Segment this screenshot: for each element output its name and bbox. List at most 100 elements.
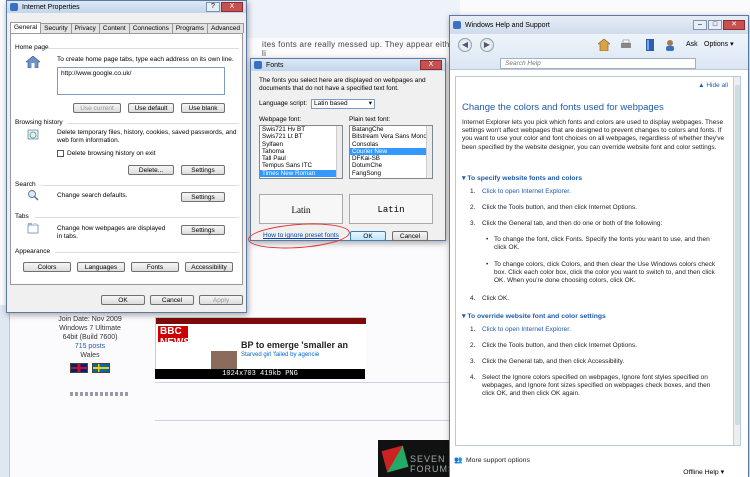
help-window-icon	[453, 21, 461, 29]
section-override-fonts[interactable]: ▾ To override website font and color set…	[462, 312, 606, 320]
attachment-thumbnail[interactable]: BBC NEWS BP to emerge 'smaller an Starve…	[155, 317, 366, 377]
ask-button[interactable]: Ask	[686, 41, 698, 49]
bbc-logo: BBC NEWS	[158, 326, 190, 348]
plain-text-font-label: Plain text font:	[349, 116, 391, 123]
list-item-selected[interactable]: Courier New	[350, 147, 432, 156]
colors-button[interactable]: Colors	[23, 262, 71, 272]
list-item[interactable]: Tempus Sans ITC	[260, 162, 342, 169]
print-icon[interactable]	[620, 39, 632, 51]
close-button[interactable]: ✕	[723, 20, 745, 30]
options-button[interactable]: Options ▾	[704, 41, 734, 49]
hide-all-link[interactable]: ▲ Hide all	[698, 82, 728, 90]
webpage-font-label: Webpage font:	[259, 116, 302, 123]
cancel-button[interactable]: Cancel	[150, 295, 194, 305]
list-item[interactable]: BatangChe	[350, 126, 432, 133]
browsing-history-desc: Delete temporary files, history, cookies…	[57, 129, 237, 144]
scrollbar[interactable]	[733, 77, 740, 445]
search-icon	[28, 190, 39, 201]
search-settings-button[interactable]: Settings	[181, 192, 225, 202]
tabs-desc: Change how webpages are displayed in tab…	[57, 225, 166, 240]
use-current-button[interactable]: Use current	[73, 103, 121, 113]
open-ie-link[interactable]: Click to open Internet Explorer.	[482, 188, 571, 196]
delete-on-exit-label[interactable]: Delete browsing history on exit	[67, 150, 156, 158]
delete-button[interactable]: Delete...	[128, 165, 174, 175]
browse-help-icon[interactable]	[644, 39, 656, 51]
step-text: Click the General tab, and then do one o…	[482, 220, 663, 227]
plain-text-font-list[interactable]: BatangChe Bitstream Vera Sans Mono Conso…	[349, 125, 433, 179]
chevron-down-icon: ▾	[730, 41, 734, 48]
apply-button[interactable]: Apply	[199, 295, 243, 305]
use-default-button[interactable]: Use default	[128, 103, 174, 113]
help-search-input[interactable]: Search Help	[500, 58, 696, 69]
bullet-text: To change the font, click Fonts. Specify…	[494, 236, 710, 252]
ask-icon[interactable]	[664, 39, 676, 51]
list-item[interactable]: DotumChe	[350, 162, 432, 169]
tab-connections[interactable]: Connections	[128, 23, 173, 33]
user-posts-link[interactable]: 715 posts	[40, 342, 140, 351]
section-title: To specify website fonts and colors	[467, 175, 582, 182]
languages-button[interactable]: Languages	[77, 262, 125, 272]
list-item[interactable]: Tahoma	[260, 148, 342, 155]
section-specify-fonts[interactable]: ▾ To specify website fonts and colors	[462, 174, 582, 182]
ok-button[interactable]: OK	[101, 295, 145, 305]
plain-text-font-preview: Latin	[349, 194, 433, 224]
list-item[interactable]: DFKai-SB	[350, 155, 432, 162]
uk-flag-icon	[70, 363, 88, 373]
help-footer: 👥 More support options Offline Help ▾	[450, 448, 748, 477]
tab-privacy[interactable]: Privacy	[70, 23, 100, 33]
list-item-selected[interactable]: Times New Roman	[260, 169, 342, 178]
language-script-select[interactable]: Latin based ▾	[311, 99, 375, 109]
list-item[interactable]: Sylfaen	[260, 141, 342, 148]
maximize-button[interactable]: □	[708, 20, 722, 30]
ok-button[interactable]: OK	[350, 231, 386, 241]
forum-banner: SEVEN FORUMS	[378, 440, 453, 477]
accessibility-button[interactable]: Accessibility	[185, 262, 233, 272]
general-tab-panel: Home page To create home page tabs, type…	[10, 33, 243, 285]
help-button[interactable]: ?	[206, 2, 220, 12]
cancel-button[interactable]: Cancel	[392, 231, 428, 241]
appearance-label: Appearance	[15, 248, 51, 255]
fonts-button[interactable]: Fonts	[131, 262, 179, 272]
list-item[interactable]: Consolas	[350, 141, 432, 148]
ie-window-icon	[10, 3, 18, 11]
webpage-font-list[interactable]: Swis721 Hv BT Swis721 Lt BT Sylfaen Taho…	[259, 125, 343, 179]
list-item[interactable]: Tall Paul	[260, 155, 342, 162]
history-settings-button[interactable]: Settings	[181, 165, 225, 175]
list-item[interactable]: Swis721 Hv BT	[260, 126, 342, 133]
close-button[interactable]: X	[420, 60, 442, 70]
forward-button[interactable]: ▶	[480, 38, 494, 52]
close-button[interactable]: X	[221, 2, 243, 12]
tabs-settings-button[interactable]: Settings	[181, 225, 225, 235]
minimize-button[interactable]: –	[693, 20, 707, 30]
language-script-label: Language script:	[259, 100, 308, 107]
delete-on-exit-checkbox[interactable]	[57, 150, 64, 157]
scrollbar[interactable]	[426, 126, 432, 178]
sweden-flag-icon	[92, 363, 110, 373]
tab-programs[interactable]: Programs	[171, 23, 209, 33]
back-button[interactable]: ◀	[458, 38, 472, 52]
user-flags	[40, 363, 140, 373]
more-support-link[interactable]: More support options	[466, 457, 530, 464]
section-title: To override website font and color setti…	[467, 313, 606, 320]
chevron-down-icon: ▾	[720, 469, 724, 476]
open-ie-link[interactable]: Click to open Internet Explorer.	[482, 326, 571, 334]
help-intro: Internet Explorer lets you pick which fo…	[462, 119, 725, 151]
home-icon	[26, 56, 40, 68]
help-title: Windows Help and Support	[465, 21, 550, 29]
tab-advanced[interactable]: Advanced	[207, 23, 244, 33]
use-blank-button[interactable]: Use blank	[181, 103, 225, 113]
search-desc: Change search defaults.	[57, 192, 128, 199]
list-item[interactable]: FangSong	[350, 170, 432, 177]
home-icon[interactable]	[598, 39, 610, 51]
list-item[interactable]: Swis721 Lt BT	[260, 133, 342, 140]
tab-content[interactable]: Content	[98, 23, 130, 33]
scrollbar-thumb[interactable]	[735, 85, 740, 425]
tab-general[interactable]: General	[10, 22, 42, 33]
list-item[interactable]: Bitstream Vera Sans Mono	[350, 133, 432, 140]
scrollbar[interactable]	[336, 126, 342, 178]
tab-security[interactable]: Security	[40, 23, 72, 33]
home-page-url-field[interactable]: http://www.google.co.uk/	[57, 67, 225, 95]
help-window: Windows Help and Support – □ ✕ ◀ ▶ Ask O…	[449, 15, 749, 477]
help-titlebar: Windows Help and Support – □ ✕	[450, 16, 748, 34]
offline-help-button[interactable]: Offline Help ▾	[683, 468, 724, 476]
